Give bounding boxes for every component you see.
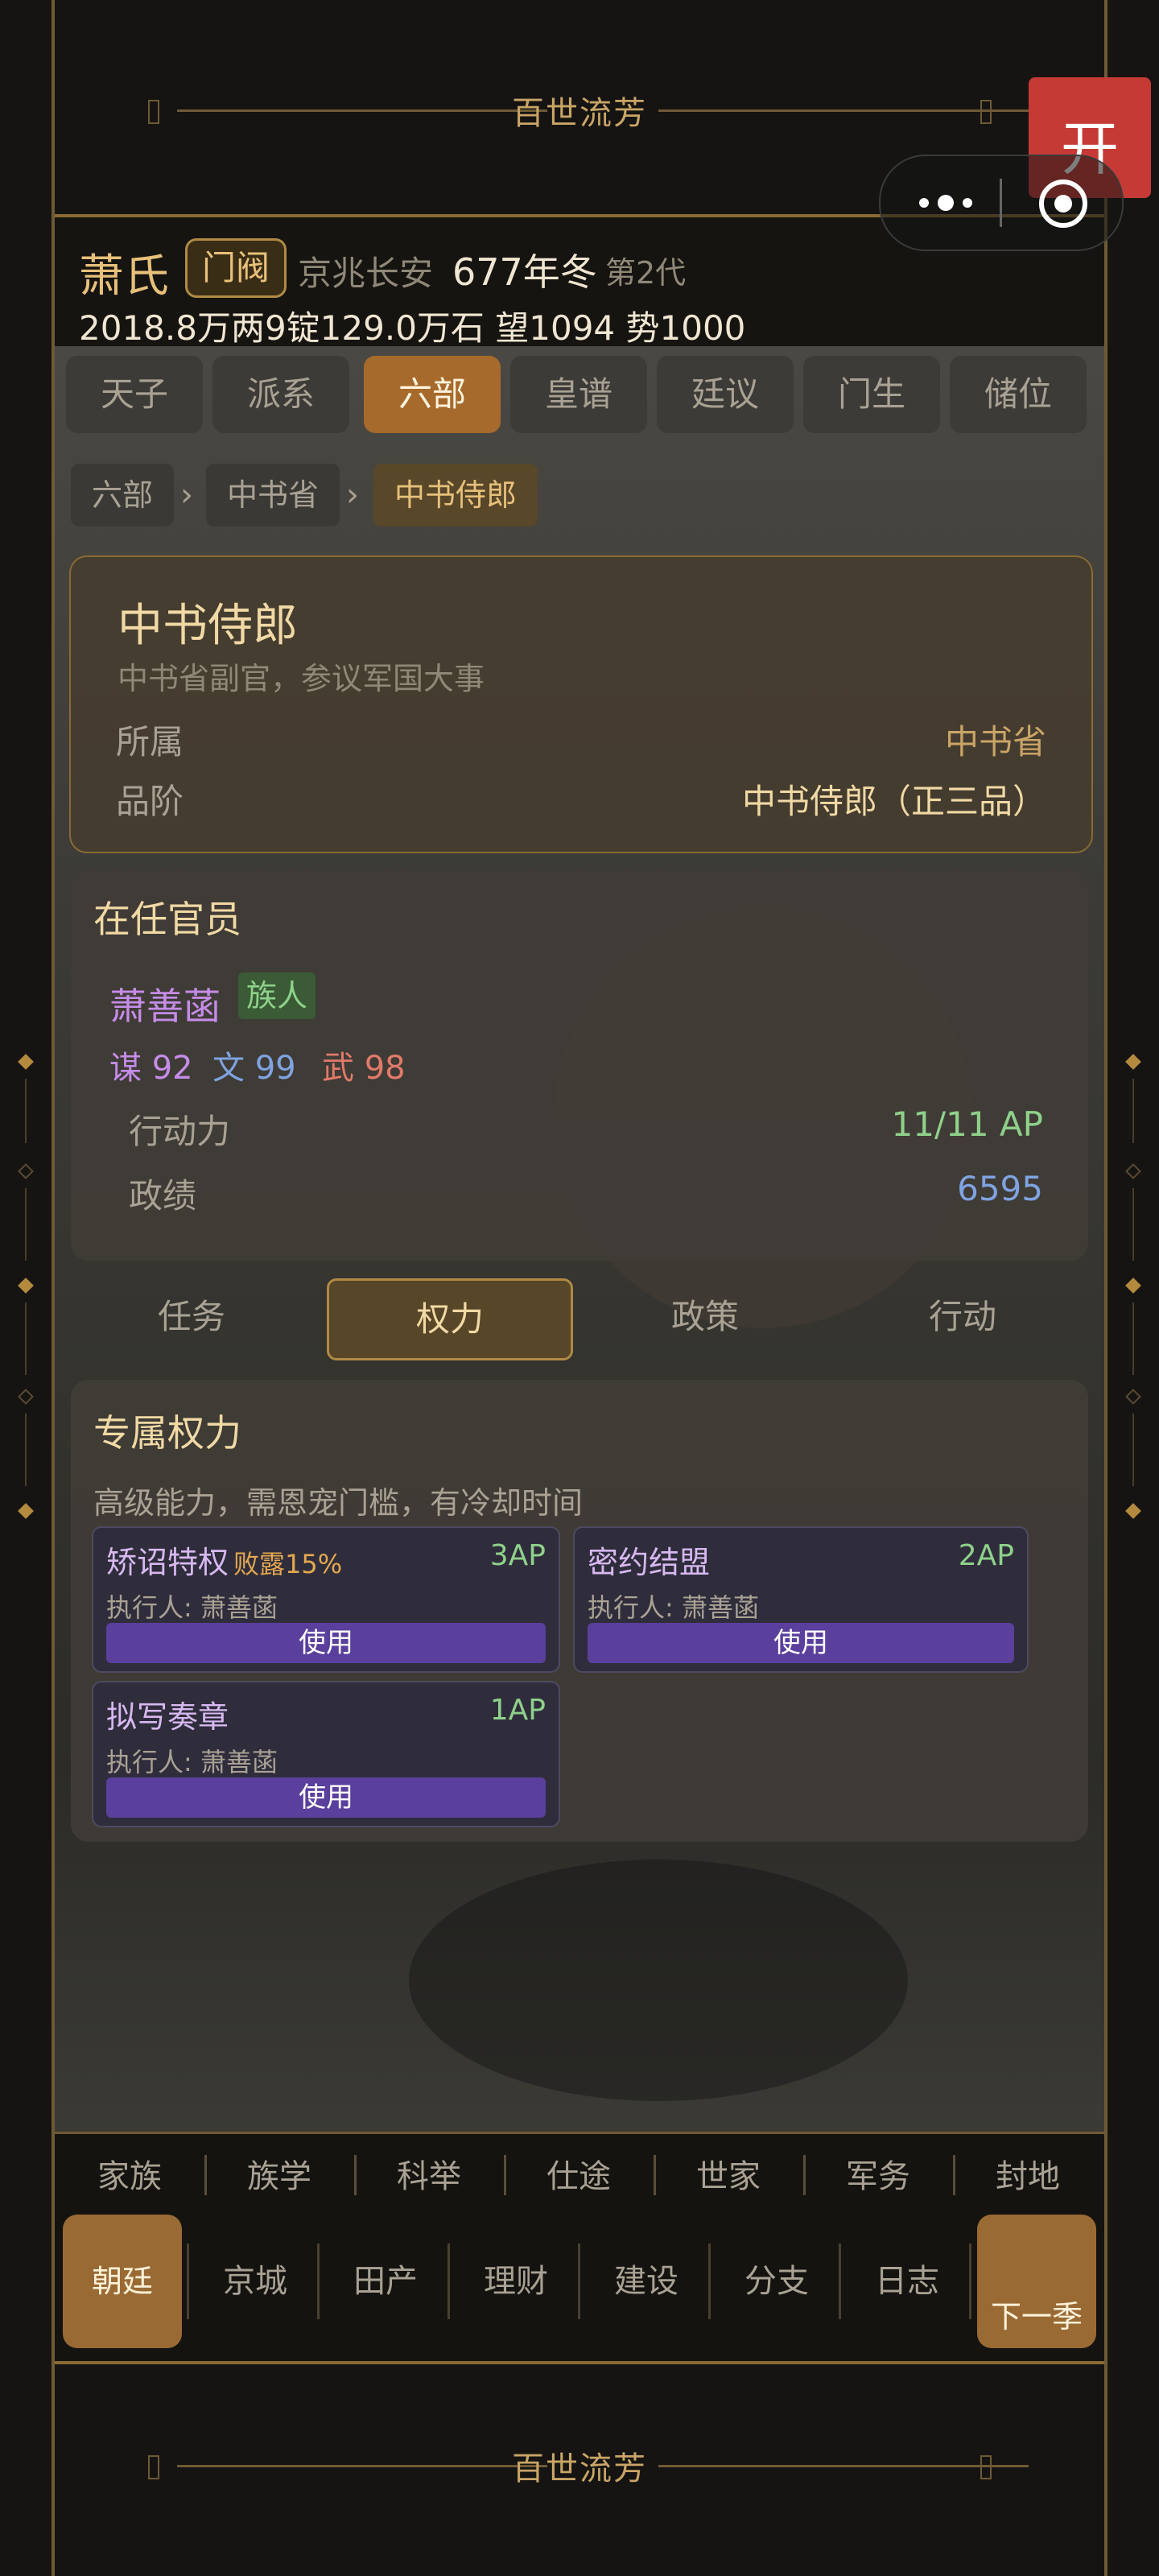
nav-estate[interactable]: 田产 [320,2244,451,2319]
tab-mensheng[interactable]: 门生 [803,356,940,433]
ministry-tab-bar: 天子 派系 六部 皇谱 廷议 门生 储位 [55,356,1104,436]
breadcrumb-current: 中书侍郎 [373,464,538,526]
rank-value: 中书侍郎（正三品） [741,782,1046,821]
nav-capital[interactable]: 京城 [190,2244,320,2319]
belongs-label: 所属 [116,722,184,762]
more-menu-icon[interactable] [909,180,982,225]
nav-divider [969,2244,971,2319]
bottom-navigation: 家族 族学 科举 仕途 世家 军务 封地 朝廷 京城 田产 理财 建设 分支 日… [55,2132,1104,2364]
attr-strategy: 谋 92 [109,1050,193,1087]
nav-career[interactable]: 仕途 [504,2150,654,2197]
power-card: 密约结盟 2AP 执行人: 萧善菡 使用 [573,1526,1029,1673]
nav-log[interactable]: 日志 [842,2244,972,2319]
tab-paixi[interactable]: 派系 [212,356,349,433]
rank-label: 品阶 [116,782,184,821]
power-name: 拟写奏章 [106,1699,229,1735]
next-season-label: 下一季 [990,2299,1083,2334]
nav-military[interactable]: 军务 [803,2150,953,2197]
power-ap-cost: 2AP [958,1539,1014,1572]
court-scene: 天子 派系 六部 皇谱 廷议 门生 储位 六部 › 中书省 › 中书侍郎 中书侍… [55,346,1104,2133]
left-side-ornament [11,1046,40,1530]
belongs-value: 中书省 [944,722,1046,762]
nav-divider [708,2244,711,2319]
right-side-ornament [1119,1046,1148,1530]
clan-location: 京兆长安 [298,254,434,293]
breadcrumb-separator: › [346,477,359,514]
nav-family[interactable]: 家族 [55,2150,204,2197]
nav-divider [317,2244,320,2319]
current-year: 677年冬 [452,250,597,294]
office-description: 中书省副官，参议军国大事 [118,661,485,696]
top-banner: 百世流芳 [55,55,1104,167]
subtab-policy[interactable]: 政策 [584,1278,826,1356]
powers-section-title: 专属权力 [93,1411,241,1455]
nav-noble-families[interactable]: 世家 [654,2150,803,2197]
bottom-banner: 百世流芳 [55,2410,1104,2523]
current-officer-card: 在任官员 萧善菡 族人 谋 92 文 99 武 98 行动力 11/11 AP … [71,871,1088,1261]
nav-divider [578,2244,580,2319]
breadcrumb-liubu[interactable]: 六部 [71,464,175,526]
mini-program-capsule [879,155,1124,251]
power-ap-cost: 1AP [489,1694,546,1727]
officer-name[interactable]: 萧善菡 [109,977,221,1030]
nav-divider [839,2244,841,2319]
nav-clan-school[interactable]: 族学 [204,2150,354,2197]
office-title: 中书侍郎 [118,600,298,652]
officer-section-title: 在任官员 [93,898,241,941]
power-executor: 执行人: 萧善菡 [106,1592,278,1623]
power-ap-cost: 3AP [489,1539,546,1572]
tab-liubu[interactable]: 六部 [364,356,501,433]
subtab-tasks[interactable]: 任务 [71,1278,312,1356]
clan-surname: 萧氏 [79,250,169,303]
power-card: 矫诏特权 败露15% 3AP 执行人: 萧善菡 使用 [92,1526,560,1673]
merit-value: 6595 [957,1169,1043,1208]
use-power-button[interactable]: 使用 [106,1777,546,1818]
tab-tingyi[interactable]: 廷议 [657,356,794,433]
nav-construction[interactable]: 建设 [581,2244,711,2319]
frame-line-right [1104,0,1107,2576]
merit-label: 政绩 [129,1176,197,1216]
power-name: 矫诏特权 [106,1545,229,1580]
use-power-button[interactable]: 使用 [106,1623,546,1663]
power-exposure-risk: 败露15% [233,1549,343,1579]
court-button-label: 朝廷 [91,2264,153,2299]
nav-fief[interactable]: 封地 [953,2150,1103,2197]
tab-chuwei[interactable]: 储位 [950,356,1087,433]
subtab-actions[interactable]: 行动 [842,1278,1083,1356]
use-power-button[interactable]: 使用 [588,1623,1014,1663]
clan-rank-badge: 门阀 [185,238,287,298]
power-card: 拟写奏章 1AP 执行人: 萧善菡 使用 [92,1681,560,1827]
tab-huangpu[interactable]: 皇谱 [510,356,647,433]
capsule-divider [1000,179,1002,227]
nav-finance[interactable]: 理财 [451,2244,581,2319]
attr-literary: 文 99 [212,1050,296,1087]
breadcrumb-separator: › [180,477,193,514]
resource-stats: 2018.8万两9锭129.0万石 望1094 势1000 [79,308,746,348]
action-points-label: 行动力 [129,1112,231,1151]
exclusive-powers-card: 专属权力 高级能力，需恩宠门槛，有冷却时间 矫诏特权 败露15% 3AP 执行人:… [71,1380,1088,1842]
breadcrumb-zhongshusheng[interactable]: 中书省 [206,464,340,526]
power-executor: 执行人: 萧善菡 [588,1592,759,1623]
office-info-card: 中书侍郎 中书省副官，参议军国大事 所属 中书省 品阶 中书侍郎（正三品） [69,555,1093,853]
nav-divider [187,2244,189,2319]
attr-martial: 武 98 [322,1050,406,1087]
powers-description: 高级能力，需恩宠门槛，有冷却时间 [93,1485,584,1521]
power-name: 密约结盟 [588,1545,711,1580]
officer-kin-tag: 族人 [238,972,316,1019]
nav-divider [448,2244,450,2319]
subtab-power[interactable]: 权力 [327,1278,573,1360]
action-points-value: 11/11 AP [891,1104,1043,1144]
tab-tianzi[interactable]: 天子 [66,356,203,433]
nav-exam[interactable]: 科举 [354,2150,504,2197]
generation-label: 第2代 [605,255,687,291]
close-target-icon[interactable] [1035,175,1091,232]
power-executor: 执行人: 萧善菡 [106,1747,278,1777]
next-season-button[interactable]: 下一季 [977,2215,1096,2348]
court-button[interactable]: 朝廷 [63,2215,182,2348]
nav-branches[interactable]: 分支 [711,2244,842,2319]
background-mist [409,1860,908,2101]
